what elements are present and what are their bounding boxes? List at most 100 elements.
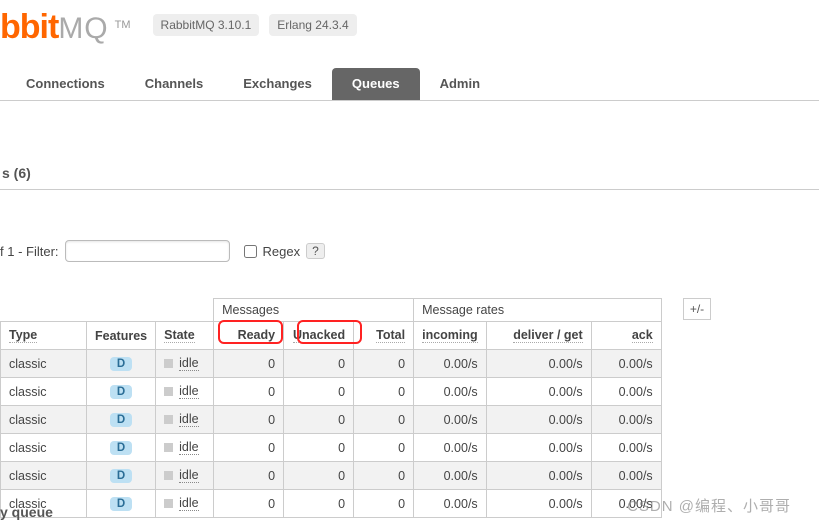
cell-ack: 0.00/s [591, 462, 661, 490]
table-row[interactable]: classicDidle0000.00/s0.00/s0.00/s [1, 434, 662, 462]
cell-total: 0 [354, 378, 414, 406]
cell-type: classic [1, 434, 87, 462]
durable-badge: D [110, 469, 132, 483]
cell-incoming: 0.00/s [414, 490, 487, 518]
table-row[interactable]: classicDidle0000.00/s0.00/s0.00/s [1, 350, 662, 378]
cell-type: classic [1, 462, 87, 490]
col-ack[interactable]: ack [591, 322, 661, 350]
cell-features: D [87, 350, 156, 378]
cell-state: idle [156, 378, 214, 406]
cell-deliver-get: 0.00/s [486, 462, 591, 490]
table-row[interactable]: classicDidle0000.00/s0.00/s0.00/s [1, 378, 662, 406]
queues-table: Messages Message rates Type Features Sta… [0, 298, 662, 518]
cell-features: D [87, 434, 156, 462]
cell-features: D [87, 490, 156, 518]
table-row[interactable]: classicDidle0000.00/s0.00/s0.00/s [1, 406, 662, 434]
nav-channels[interactable]: Channels [125, 68, 224, 100]
cell-ack: 0.00/s [591, 378, 661, 406]
cell-incoming: 0.00/s [414, 350, 487, 378]
regex-label: Regex [263, 244, 301, 259]
col-deliver-get[interactable]: deliver / get [486, 322, 591, 350]
watermark: CSDN @编程、小哥哥 [627, 495, 791, 516]
durable-badge: D [110, 413, 132, 427]
col-state[interactable]: State [156, 322, 214, 350]
cell-total: 0 [354, 350, 414, 378]
table-row[interactable]: classicDidle0000.00/s0.00/s0.00/s [1, 490, 662, 518]
cell-deliver-get: 0.00/s [486, 378, 591, 406]
cell-state: idle [156, 434, 214, 462]
cell-type: classic [1, 406, 87, 434]
rabbitmq-version: RabbitMQ 3.10.1 [153, 14, 260, 36]
cell-features: D [87, 378, 156, 406]
col-type[interactable]: Type [1, 322, 87, 350]
cell-ack: 0.00/s [591, 350, 661, 378]
durable-badge: D [110, 385, 132, 399]
cell-ack: 0.00/s [591, 434, 661, 462]
state-dot-icon [164, 415, 173, 424]
cell-unacked: 0 [284, 462, 354, 490]
state-dot-icon [164, 499, 173, 508]
cell-state: idle [156, 406, 214, 434]
col-total[interactable]: Total [354, 322, 414, 350]
filter-bar: f 1 - Filter: Regex ? [0, 240, 819, 262]
cell-state: idle [156, 350, 214, 378]
cell-deliver-get: 0.00/s [486, 434, 591, 462]
state-dot-icon [164, 387, 173, 396]
app-header: bbitMQ TM RabbitMQ 3.10.1 Erlang 24.3.4 [0, 0, 819, 50]
table-row[interactable]: classicDidle0000.00/s0.00/s0.00/s [1, 462, 662, 490]
durable-badge: D [110, 497, 132, 511]
footer-fragment: y queue [0, 504, 53, 520]
logo: bbitMQ [0, 8, 109, 47]
cell-ready: 0 [214, 406, 284, 434]
cell-unacked: 0 [284, 378, 354, 406]
state-dot-icon [164, 359, 173, 368]
nav-connections[interactable]: Connections [6, 68, 125, 100]
main-nav: Connections Channels Exchanges Queues Ad… [0, 68, 819, 101]
cell-state: idle [156, 462, 214, 490]
regex-checkbox[interactable] [244, 245, 257, 258]
cell-ready: 0 [214, 378, 284, 406]
filter-label: f 1 - Filter: [0, 244, 59, 259]
cell-features: D [87, 462, 156, 490]
cell-ready: 0 [214, 462, 284, 490]
cell-ready: 0 [214, 350, 284, 378]
cell-unacked: 0 [284, 434, 354, 462]
cell-total: 0 [354, 434, 414, 462]
cell-total: 0 [354, 406, 414, 434]
cell-unacked: 0 [284, 406, 354, 434]
state-dot-icon [164, 471, 173, 480]
logo-tm: TM [115, 19, 131, 31]
cell-incoming: 0.00/s [414, 462, 487, 490]
cell-ack: 0.00/s [591, 406, 661, 434]
cell-incoming: 0.00/s [414, 434, 487, 462]
cell-ready: 0 [214, 434, 284, 462]
cell-incoming: 0.00/s [414, 406, 487, 434]
cell-features: D [87, 406, 156, 434]
group-rates: Message rates [414, 299, 662, 322]
state-dot-icon [164, 443, 173, 452]
regex-help-button[interactable]: ? [306, 243, 325, 259]
nav-queues[interactable]: Queues [332, 68, 420, 100]
cell-unacked: 0 [284, 490, 354, 518]
column-config-toggle[interactable]: +/- [683, 298, 711, 320]
erlang-version: Erlang 24.3.4 [269, 14, 356, 36]
col-incoming[interactable]: incoming [414, 322, 487, 350]
cell-state: idle [156, 490, 214, 518]
section-heading: s (6) [0, 157, 819, 190]
nav-exchanges[interactable]: Exchanges [223, 68, 332, 100]
cell-type: classic [1, 378, 87, 406]
col-ready[interactable]: Ready [214, 322, 284, 350]
col-features: Features [87, 322, 156, 350]
group-messages: Messages [214, 299, 414, 322]
durable-badge: D [110, 441, 132, 455]
nav-admin[interactable]: Admin [420, 68, 500, 100]
cell-type: classic [1, 350, 87, 378]
cell-unacked: 0 [284, 350, 354, 378]
cell-deliver-get: 0.00/s [486, 406, 591, 434]
cell-ready: 0 [214, 490, 284, 518]
cell-deliver-get: 0.00/s [486, 350, 591, 378]
col-unacked[interactable]: Unacked [284, 322, 354, 350]
queues-table-wrap: +/- Messages Message rates Type Features… [0, 298, 819, 518]
filter-input[interactable] [65, 240, 230, 262]
cell-total: 0 [354, 490, 414, 518]
